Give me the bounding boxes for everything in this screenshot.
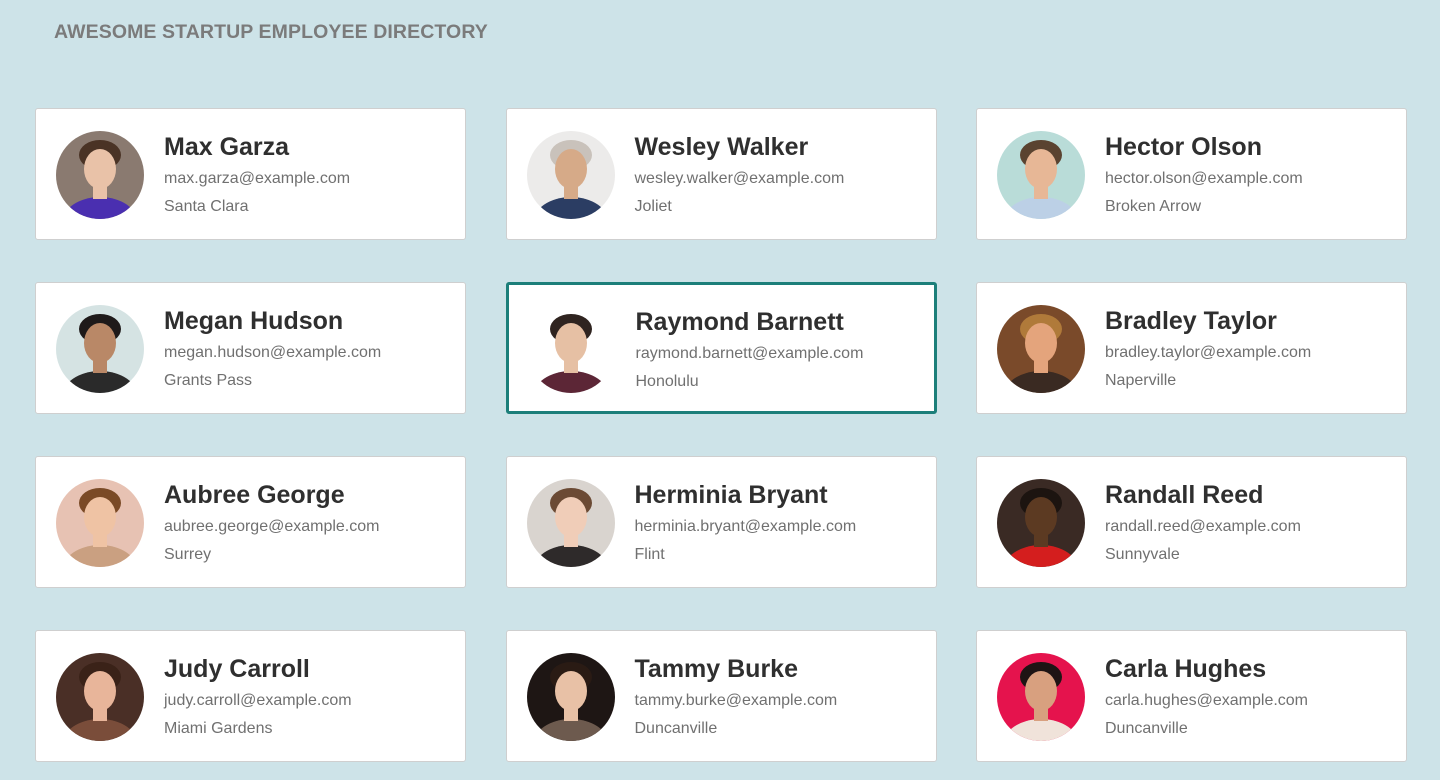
employee-city: Miami Gardens (164, 720, 273, 737)
employee-email: carla.hughes@example.com (1105, 692, 1309, 709)
employee-info: Aubree George aubree.george@example.com … (164, 477, 379, 565)
employee-info: Judy Carroll judy.carroll@example.com Mi… (164, 651, 352, 739)
employee-card[interactable]: Megan Hudson megan.hudson@example.com Gr… (35, 282, 466, 414)
employee-email: max.garza@example.com (164, 170, 351, 187)
employee-name: Aubree George (164, 481, 345, 509)
employee-info: Megan Hudson megan.hudson@example.com Gr… (164, 303, 381, 391)
employee-name: Carla Hughes (1105, 655, 1267, 683)
page-title: AWESOME STARTUP EMPLOYEE DIRECTORY (54, 21, 488, 43)
employee-name: Tammy Burke (634, 655, 799, 683)
avatar (56, 479, 144, 567)
employee-info: Tammy Burke tammy.burke@example.com Dunc… (635, 651, 838, 739)
employee-city: Flint (634, 546, 665, 563)
employee-card[interactable]: Tammy Burke tammy.burke@example.com Dunc… (505, 630, 937, 762)
employee-card[interactable]: Randall Reed randall.reed@example.com Su… (976, 456, 1407, 588)
employee-city: Duncanville (634, 720, 718, 737)
employee-email: judy.carroll@example.com (164, 692, 352, 709)
employee-email: bradley.taylor@example.com (1105, 344, 1312, 361)
employee-card[interactable]: Raymond Barnett raymond.barnett@example.… (505, 282, 937, 414)
employee-name: Wesley Walker (634, 133, 809, 161)
employee-city: Grants Pass (164, 372, 253, 389)
avatar (526, 479, 615, 567)
employee-info: Max Garza max.garza@example.com Santa Cl… (164, 129, 350, 217)
employee-info: Herminia Bryant herminia.bryant@example.… (635, 477, 857, 565)
employee-city: Broken Arrow (1105, 198, 1202, 215)
avatar (997, 479, 1085, 567)
employee-name: Judy Carroll (164, 655, 310, 683)
employee-card[interactable]: Aubree George aubree.george@example.com … (35, 456, 466, 588)
employee-city: Sunnyvale (1105, 546, 1180, 563)
employee-name: Raymond Barnett (635, 308, 844, 336)
employee-card[interactable]: Max Garza max.garza@example.com Santa Cl… (35, 108, 466, 240)
employee-card[interactable]: Carla Hughes carla.hughes@example.com Du… (976, 630, 1407, 762)
employee-email: wesley.walker@example.com (634, 170, 845, 187)
employee-email: raymond.barnett@example.com (635, 345, 864, 362)
avatar (56, 131, 144, 219)
employee-email: aubree.george@example.com (164, 518, 380, 535)
employee-name: Bradley Taylor (1105, 307, 1277, 335)
employee-city: Duncanville (1105, 720, 1188, 737)
avatar (526, 653, 615, 741)
avatar (997, 305, 1085, 393)
employee-email: randall.reed@example.com (1105, 518, 1301, 535)
avatar (56, 305, 144, 393)
employee-card[interactable]: Herminia Bryant herminia.bryant@example.… (505, 456, 937, 588)
employee-info: Bradley Taylor bradley.taylor@example.co… (1105, 303, 1311, 391)
employee-email: tammy.burke@example.com (634, 692, 838, 709)
avatar (997, 653, 1085, 741)
employee-city: Joliet (634, 198, 672, 215)
employee-name: Max Garza (164, 133, 290, 161)
employee-name: Herminia Bryant (634, 481, 828, 509)
employee-city: Santa Clara (164, 198, 249, 215)
avatar (526, 305, 615, 393)
employee-card[interactable]: Wesley Walker wesley.walker@example.com … (505, 108, 937, 240)
employee-info: Hector Olson hector.olson@example.com Br… (1105, 129, 1303, 217)
employee-info: Randall Reed randall.reed@example.com Su… (1105, 477, 1301, 565)
employee-card[interactable]: Bradley Taylor bradley.taylor@example.co… (976, 282, 1407, 414)
employee-city: Honolulu (635, 373, 699, 390)
employee-info: Raymond Barnett raymond.barnett@example.… (636, 304, 864, 392)
employee-card[interactable]: Hector Olson hector.olson@example.com Br… (976, 108, 1407, 240)
avatar (526, 131, 615, 219)
employee-card[interactable]: Judy Carroll judy.carroll@example.com Mi… (35, 630, 466, 762)
employee-name: Megan Hudson (164, 307, 344, 335)
employee-city: Surrey (164, 546, 212, 563)
employee-email: megan.hudson@example.com (164, 344, 382, 361)
employee-city: Naperville (1105, 372, 1177, 389)
avatar (56, 653, 144, 741)
employee-name: Hector Olson (1105, 133, 1262, 161)
employee-info: Carla Hughes carla.hughes@example.com Du… (1105, 651, 1308, 739)
employee-email: hector.olson@example.com (1105, 170, 1303, 187)
avatar (997, 131, 1085, 219)
employee-info: Wesley Walker wesley.walker@example.com … (635, 129, 845, 217)
employee-name: Randall Reed (1105, 481, 1264, 509)
employee-email: herminia.bryant@example.com (634, 518, 857, 535)
employee-directory-grid: Max Garza max.garza@example.com Santa Cl… (35, 108, 1407, 762)
